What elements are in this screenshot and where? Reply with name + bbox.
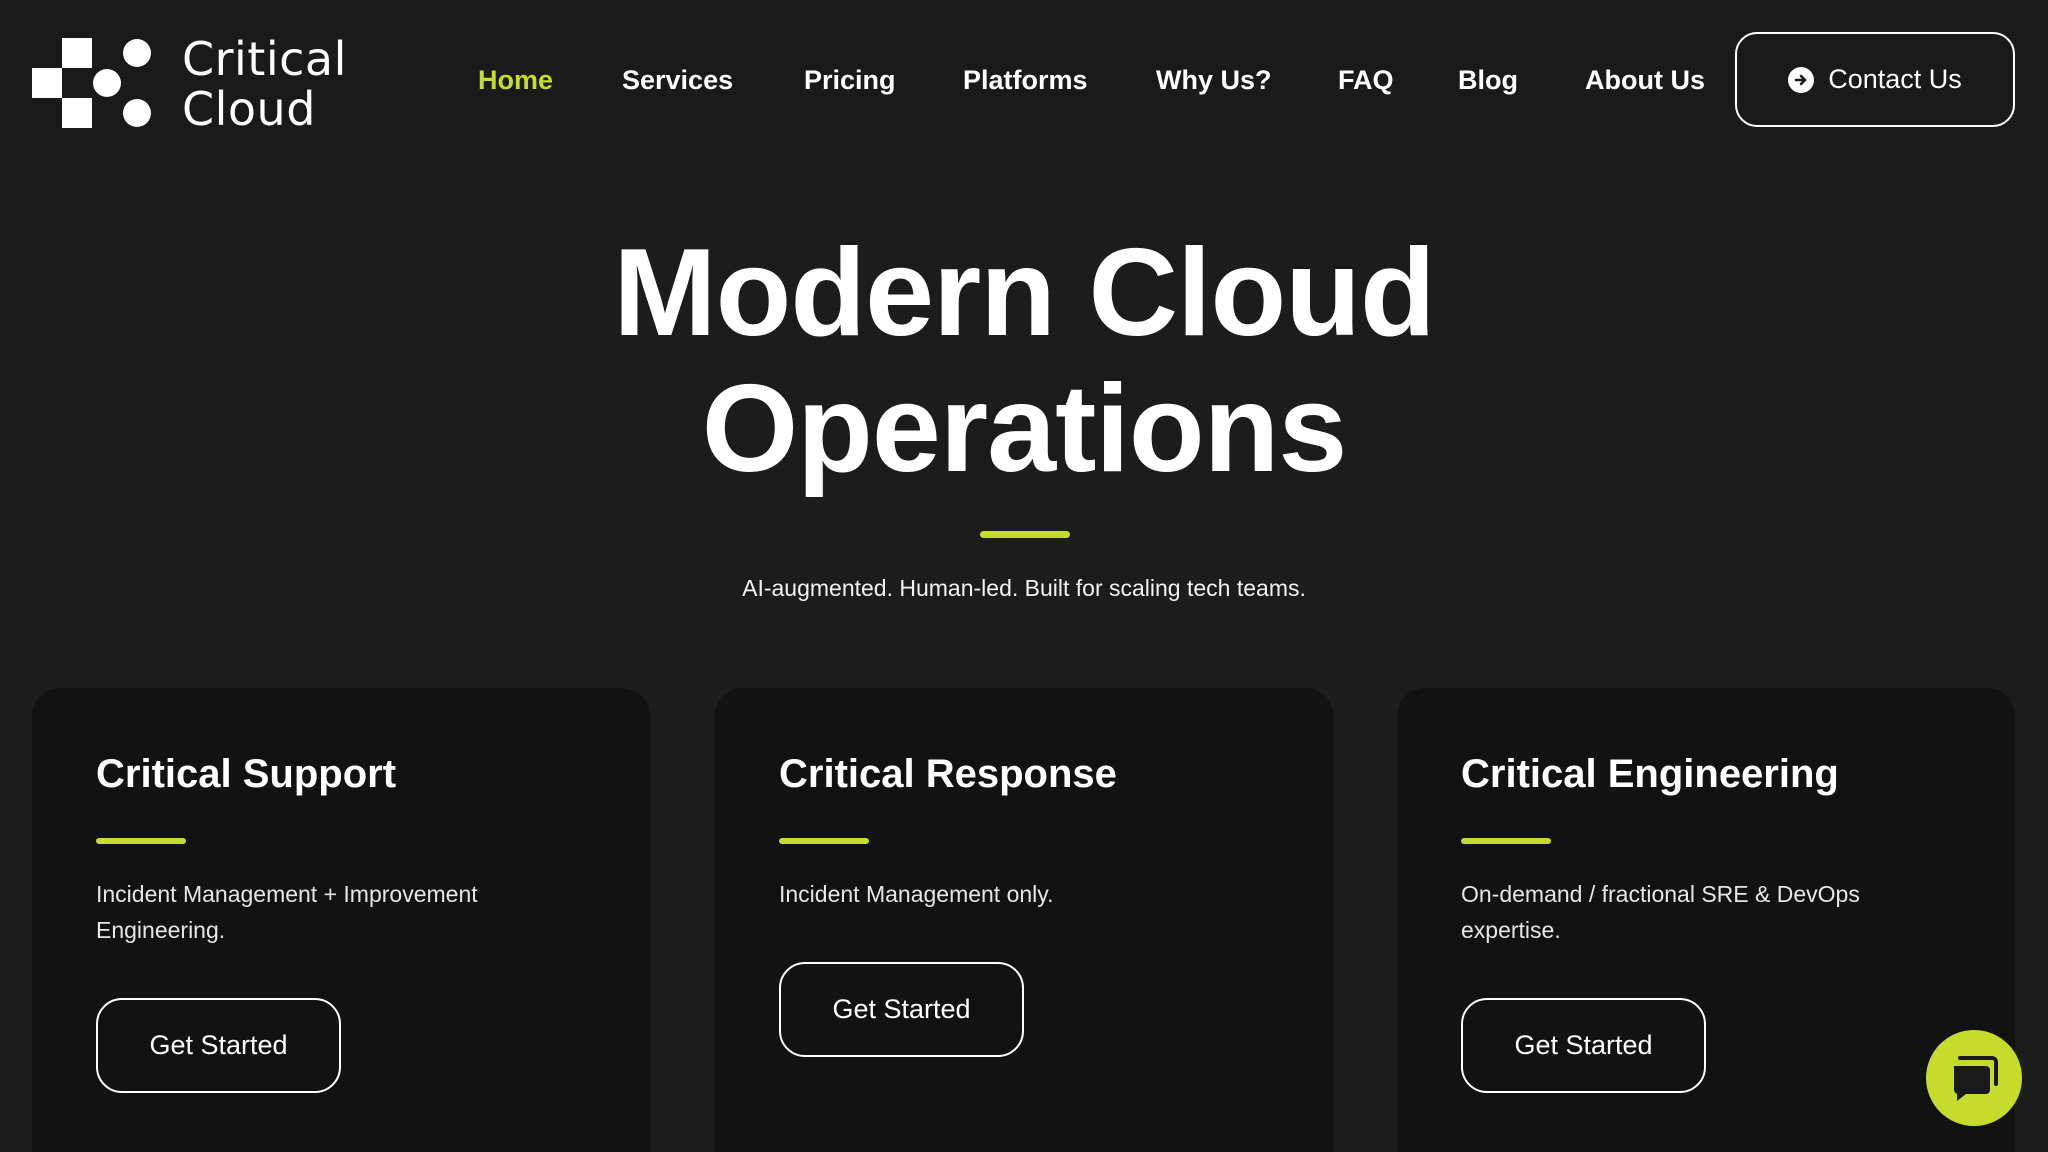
logo-line-2: Cloud [182, 82, 316, 136]
card-description: Incident Management + Improvement Engine… [96, 881, 478, 943]
card-critical-support: Critical Support Incident Management + I… [32, 688, 650, 1152]
card-divider [779, 838, 869, 844]
chat-button[interactable] [1926, 1030, 2022, 1126]
get-started-button[interactable]: Get Started [1461, 998, 1706, 1093]
nav-item-home[interactable]: Home [478, 58, 553, 102]
chat-bubble-icon [1954, 1056, 1998, 1101]
contact-us-label: Contact Us [1828, 64, 1962, 94]
logo[interactable]: Critical Cloud [32, 34, 352, 134]
nav-item-why-us[interactable]: Why Us? [1156, 58, 1272, 102]
hero-subtitle: AI-augmented. Human-led. Built for scali… [742, 575, 1306, 601]
card-divider [1461, 838, 1551, 844]
nav-item-blog[interactable]: Blog [1458, 58, 1518, 102]
get-started-button[interactable]: Get Started [96, 998, 341, 1093]
site-header: Critical Cloud Home Services Pricing Pla… [0, 0, 2048, 160]
hero-title-line-1: Modern Cloud [613, 224, 1435, 362]
card-critical-engineering: Critical Engineering On-demand / fractio… [1397, 688, 2015, 1152]
card-title: Critical Engineering [1461, 752, 1839, 796]
nav-item-pricing[interactable]: Pricing [804, 58, 896, 102]
card-divider [96, 838, 186, 844]
arrow-right-circle-icon [1788, 66, 1815, 93]
hero-title-line-2: Operations [701, 360, 1348, 498]
card-title: Critical Response [779, 752, 1117, 796]
nav-item-about-us[interactable]: About Us [1585, 58, 1705, 102]
hero-title: Modern Cloud Operations [0, 225, 2048, 497]
contact-us-button[interactable]: Contact Us [1735, 32, 2015, 127]
page: Critical Cloud Home Services Pricing Pla… [0, 0, 2048, 1152]
logo-line-1: Critical [182, 32, 347, 86]
get-started-button[interactable]: Get Started [779, 962, 1024, 1057]
hero-divider [980, 531, 1070, 538]
logo-wordmark: Critical Cloud [182, 34, 372, 134]
nav-item-faq[interactable]: FAQ [1338, 58, 1394, 102]
card-description: On-demand / fractional SRE & DevOps expe… [1461, 881, 1860, 943]
card-critical-response: Critical Response Incident Management on… [715, 688, 1333, 1152]
card-title: Critical Support [96, 752, 397, 796]
nav-item-platforms[interactable]: Platforms [963, 58, 1088, 102]
card-description: Incident Management only. [779, 881, 1054, 907]
logo-mark-icon [32, 38, 151, 128]
nav-item-services[interactable]: Services [622, 58, 733, 102]
